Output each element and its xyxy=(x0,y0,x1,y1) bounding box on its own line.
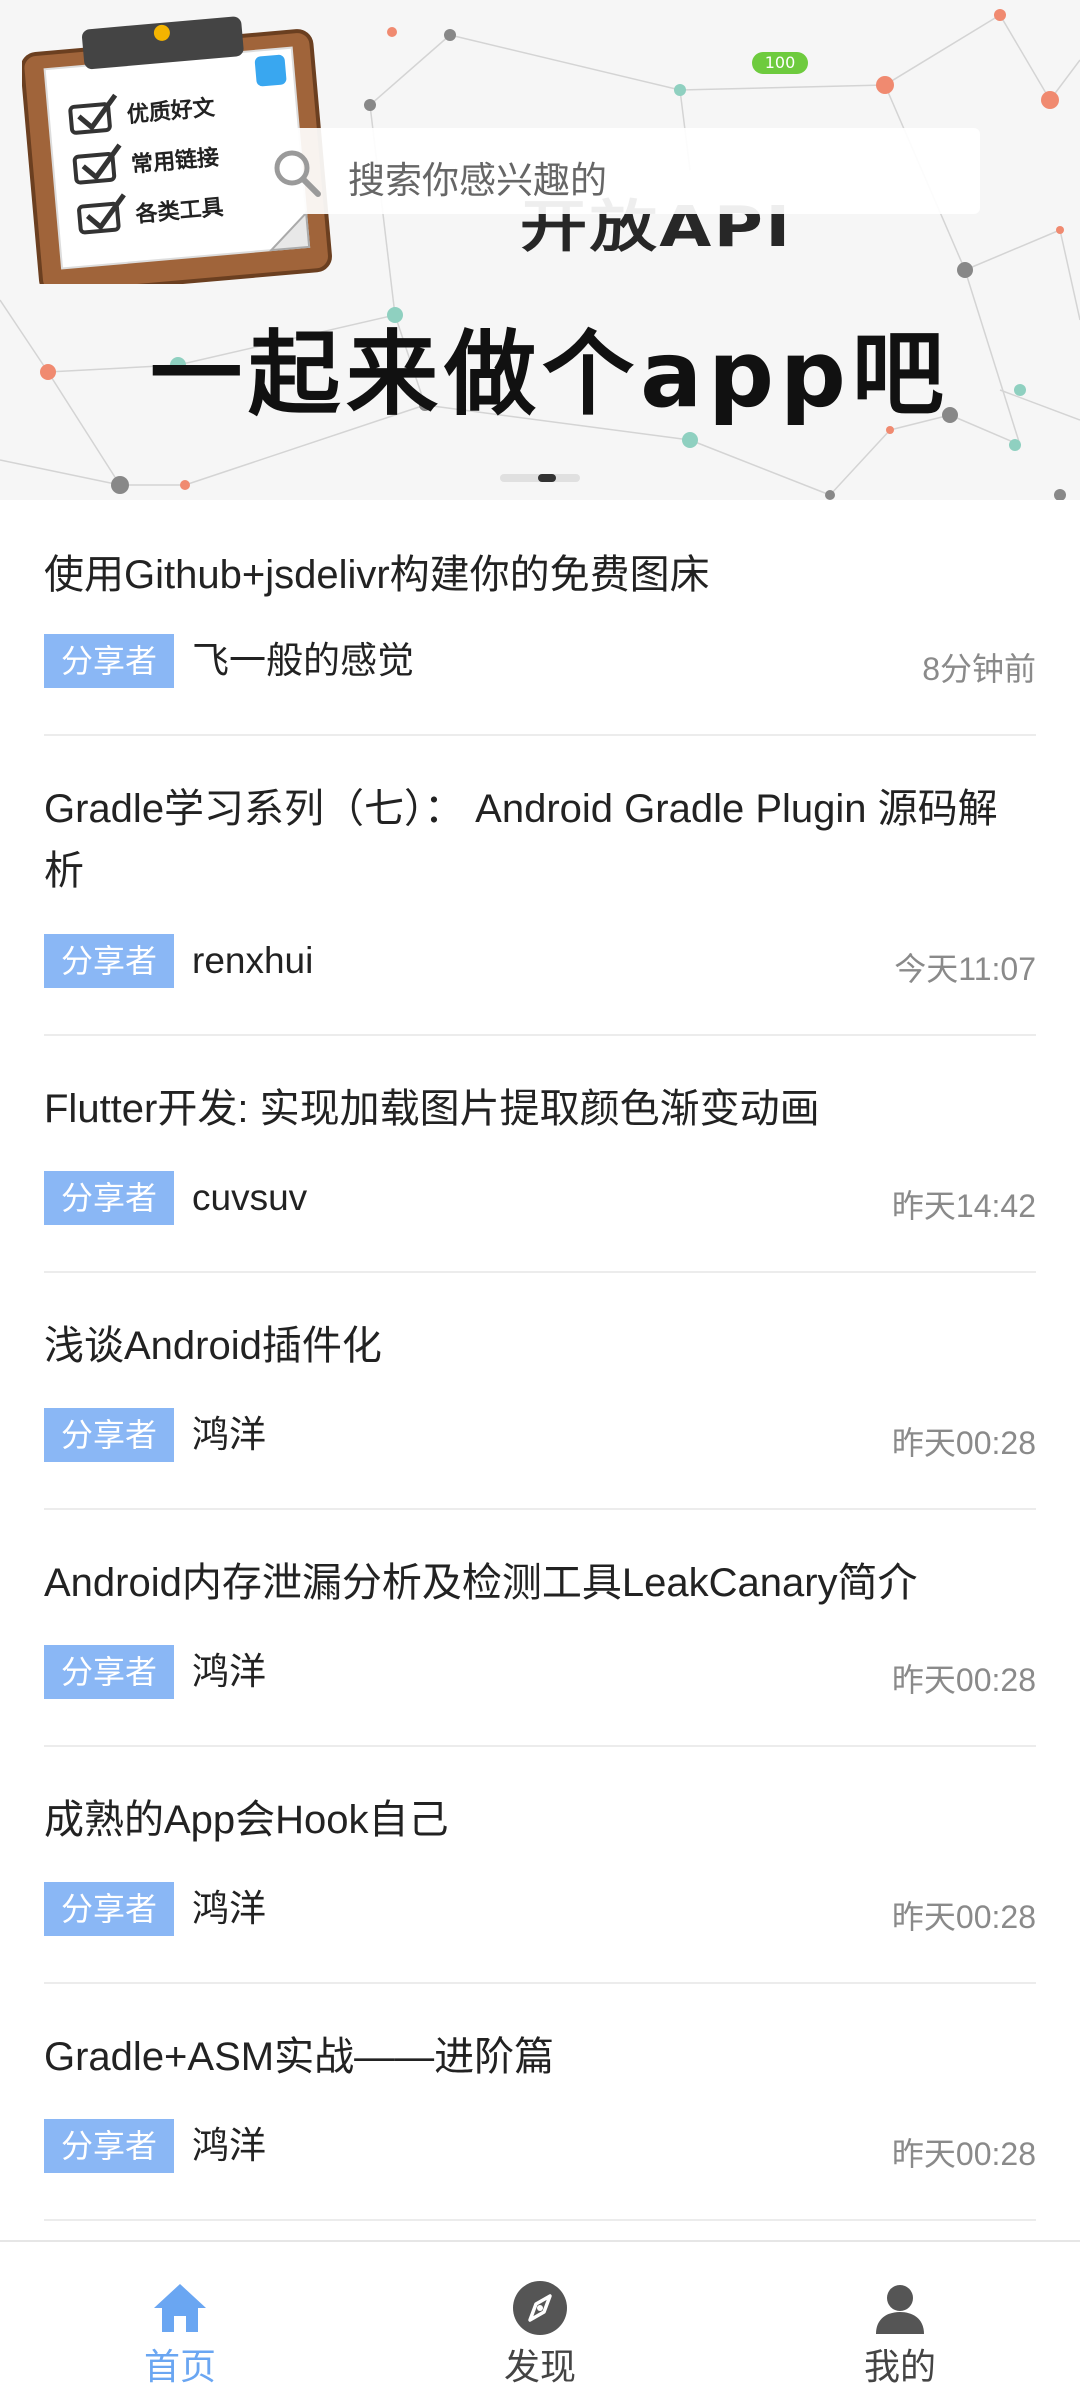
tab-mine[interactable]: 我的 xyxy=(720,2242,1080,2400)
search-placeholder: 搜索你感兴趣的 xyxy=(348,159,607,202)
sharer-tag: 分享者 xyxy=(44,1882,174,1936)
tab-home-label: 首页 xyxy=(143,2347,216,2388)
article-meta: 分享者 cuvsuv 昨天14:42 xyxy=(44,1171,1036,1227)
list-item[interactable]: Gradle+ASM实战——进阶篇 分享者 鸿洋 昨天00:28 xyxy=(44,1984,1036,2221)
bottom-navigation: 首页 发现 我的 xyxy=(0,2240,1080,2400)
list-item[interactable]: 成熟的App会Hook自己 分享者 鸿洋 昨天00:28 xyxy=(44,1747,1036,1984)
tab-discover[interactable]: 发现 xyxy=(360,2242,720,2400)
sharer-tag: 分享者 xyxy=(44,1408,174,1462)
article-author[interactable]: 飞一般的感觉 xyxy=(192,634,414,688)
banner-carousel[interactable]: 100 开放API 一起来做个app吧 优质好文 常用链接 各类工具 搜索你感兴… xyxy=(0,0,1080,500)
list-item[interactable]: Gradle学习系列（七）： Android Gradle Plugin 源码解… xyxy=(44,736,1036,1036)
article-author[interactable]: renxhui xyxy=(192,934,313,988)
home-icon xyxy=(154,2284,206,2332)
article-meta: 分享者 鸿洋 昨天00:28 xyxy=(44,2119,1036,2175)
sharer-tag: 分享者 xyxy=(44,1645,174,1699)
search-bar[interactable]: 搜索你感兴趣的 xyxy=(260,128,980,214)
article-author[interactable]: 鸿洋 xyxy=(192,2119,266,2173)
article-time: 昨天00:28 xyxy=(891,2136,1036,2172)
sharer-tag: 分享者 xyxy=(44,1171,174,1225)
sharer-tag: 分享者 xyxy=(44,634,174,688)
carousel-indicator xyxy=(500,474,580,482)
article-meta: 分享者 renxhui 今天11:07 xyxy=(44,934,1036,990)
article-title: 成熟的App会Hook自己 xyxy=(44,1798,449,1842)
list-item[interactable]: 使用Github+jsdelivr构建你的免费图床 分享者 飞一般的感觉 8分钟… xyxy=(44,500,1036,736)
article-time: 昨天00:28 xyxy=(891,1899,1036,1935)
article-time: 今天11:07 xyxy=(894,951,1036,987)
carousel-indicator-active xyxy=(538,474,556,482)
article-author[interactable]: cuvsuv xyxy=(192,1171,307,1225)
battery-badge: 100 xyxy=(752,52,808,74)
list-item[interactable]: Android内存泄漏分析及检测工具LeakCanary简介 分享者 鸿洋 昨天… xyxy=(44,1510,1036,1747)
article-meta: 分享者 鸿洋 昨天00:28 xyxy=(44,1408,1036,1464)
article-author[interactable]: 鸿洋 xyxy=(192,1645,266,1699)
sharer-tag: 分享者 xyxy=(44,934,174,988)
compass-icon xyxy=(513,2281,567,2335)
article-title: Gradle+ASM实战——进阶篇 xyxy=(44,2035,555,2079)
list-item[interactable]: Flutter开发: 实现加载图片提取颜色渐变动画 分享者 cuvsuv 昨天1… xyxy=(44,1036,1036,1273)
article-title: Gradle学习系列（七）： Android Gradle Plugin 源码解… xyxy=(44,787,998,893)
article-time: 昨天00:28 xyxy=(891,1425,1036,1461)
article-author[interactable]: 鸿洋 xyxy=(192,1882,266,1936)
banner-title: 一起来做个app吧 xyxy=(150,321,950,428)
article-title: 使用Github+jsdelivr构建你的免费图床 xyxy=(44,553,710,597)
article-title: Android内存泄漏分析及检测工具LeakCanary简介 xyxy=(44,1561,918,1605)
article-title: Flutter开发: 实现加载图片提取颜色渐变动画 xyxy=(44,1087,820,1131)
article-meta: 分享者 飞一般的感觉 8分钟前 xyxy=(44,634,1036,690)
article-time: 昨天14:42 xyxy=(891,1188,1036,1224)
article-meta: 分享者 鸿洋 昨天00:28 xyxy=(44,1882,1036,1938)
article-meta: 分享者 鸿洋 昨天00:28 xyxy=(44,1645,1036,1701)
user-icon xyxy=(876,2285,924,2334)
article-list: 使用Github+jsdelivr构建你的免费图床 分享者 飞一般的感觉 8分钟… xyxy=(44,500,1036,2221)
search-icon xyxy=(274,150,321,197)
tab-mine-label: 我的 xyxy=(863,2347,936,2388)
article-author[interactable]: 鸿洋 xyxy=(192,1408,266,1462)
list-item[interactable]: 浅谈Android插件化 分享者 鸿洋 昨天00:28 xyxy=(44,1273,1036,1510)
tab-home[interactable]: 首页 xyxy=(0,2242,360,2400)
tab-discover-label: 发现 xyxy=(503,2347,576,2388)
article-title: 浅谈Android插件化 xyxy=(44,1324,382,1368)
article-time: 8分钟前 xyxy=(922,651,1036,687)
sharer-tag: 分享者 xyxy=(44,2119,174,2173)
article-time: 昨天00:28 xyxy=(891,1662,1036,1698)
